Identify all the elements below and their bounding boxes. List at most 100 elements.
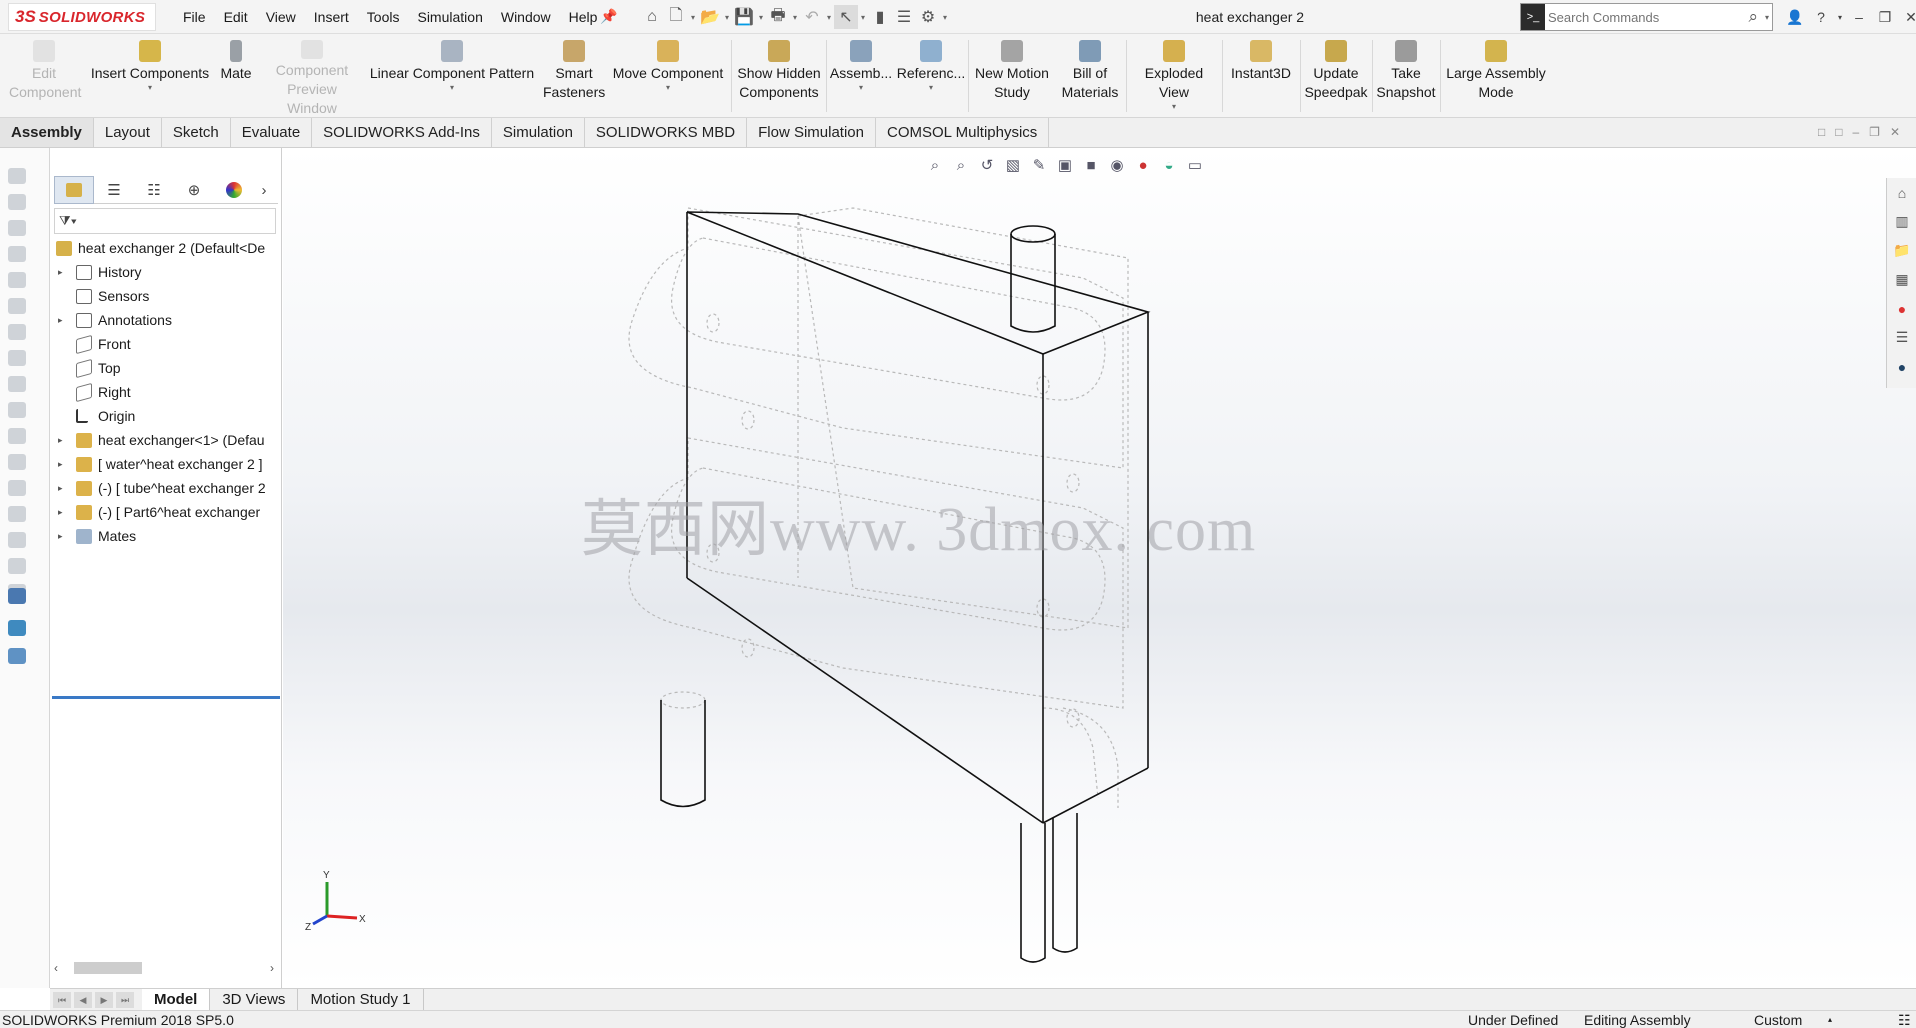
plane-tool-icon[interactable]	[8, 324, 26, 340]
bill-of-materials-button[interactable]: Bill of Materials	[1056, 34, 1124, 118]
rib-icon[interactable]	[8, 506, 26, 522]
tree-root-assembly[interactable]: heat exchanger 2 (Default<De	[50, 236, 282, 260]
cut-icon[interactable]	[8, 272, 26, 288]
move-component-dropdown-icon[interactable]: ▾	[666, 83, 670, 93]
hole-icon[interactable]	[8, 350, 26, 366]
search-icon[interactable]: ⌕	[1748, 7, 1758, 27]
tab-3d-views[interactable]: 3D Views	[210, 989, 299, 1010]
reference-axis-icon[interactable]	[8, 620, 26, 636]
file-properties-icon[interactable]: ☰	[892, 5, 916, 29]
close-icon[interactable]: ✕	[1898, 9, 1916, 26]
tab-solidworks-mbd[interactable]: SOLIDWORKS MBD	[585, 118, 748, 147]
dimxpert-tab-icon[interactable]: ⊕	[174, 176, 214, 204]
pattern-dropdown-icon[interactable]: ▾	[450, 83, 454, 93]
viewport-minimize-icon[interactable]: –	[1852, 125, 1859, 139]
menu-simulation[interactable]: Simulation	[408, 0, 491, 34]
menu-view[interactable]: View	[257, 0, 305, 34]
menu-file[interactable]: File	[174, 0, 215, 34]
chevron-right-icon[interactable]: ›	[254, 176, 274, 204]
tree-item-component[interactable]: ▸ (-) [ Part6^heat exchanger	[50, 500, 282, 524]
graphics-area[interactable]: ⌕ ⌕ ↺ ▧ ✎ ▣ ■ ◉ ● ◒ ▭ ⌂ ▥ 📁 ▦ ● ☰ ● 莫西网w…	[283, 148, 1916, 988]
insert-components-button[interactable]: Insert Components ▾	[88, 34, 212, 118]
rollback-bar[interactable]	[52, 696, 280, 699]
scroll-right-icon[interactable]: ›	[270, 961, 274, 975]
exploded-view-dropdown-icon[interactable]: ▾	[1172, 102, 1176, 112]
tab-simulation[interactable]: Simulation	[492, 118, 585, 147]
tree-item-front-plane[interactable]: Front	[50, 332, 282, 356]
open-dropdown-icon[interactable]: ▾	[722, 13, 732, 22]
linear-component-pattern-button[interactable]: Linear Component Pattern ▾	[366, 34, 538, 118]
restore-icon[interactable]: ❐	[1872, 9, 1898, 26]
menu-tools[interactable]: Tools	[358, 0, 409, 34]
chamfer-icon[interactable]	[8, 402, 26, 418]
expand-arrow-icon[interactable]: ▸	[58, 500, 63, 524]
section-icon[interactable]	[8, 558, 26, 574]
select-cursor-icon[interactable]: ↖	[834, 5, 858, 29]
assembly-features-dropdown-icon[interactable]: ▾	[859, 83, 863, 93]
take-snapshot-button[interactable]: Take Snapshot	[1374, 34, 1438, 118]
select-dropdown-icon[interactable]: ▾	[858, 13, 868, 22]
user-icon[interactable]: 👤	[1782, 9, 1808, 26]
heat-exchanger-model[interactable]	[283, 148, 1916, 988]
scroll-thumb[interactable]	[74, 962, 142, 974]
viewport-close-icon[interactable]: ✕	[1890, 125, 1900, 139]
save-dropdown-icon[interactable]: ▾	[756, 13, 766, 22]
extrude-icon[interactable]	[8, 246, 26, 262]
component-cube-icon[interactable]	[8, 588, 26, 604]
rotate-component-icon[interactable]	[8, 194, 26, 210]
reference-geometry-button[interactable]: Referenc... ▾	[896, 34, 966, 118]
help-icon[interactable]: ?	[1808, 9, 1834, 25]
next-tab-icon[interactable]: ▶	[95, 991, 113, 1008]
move-component-button[interactable]: Move Component ▾	[608, 34, 728, 118]
options-dropdown-icon[interactable]: ▾	[940, 13, 950, 22]
tree-item-top-plane[interactable]: Top	[50, 356, 282, 380]
tree-item-component[interactable]: ▸ (-) [ tube^heat exchanger 2	[50, 476, 282, 500]
expand-arrow-icon[interactable]: ▸	[58, 428, 63, 452]
update-speedpak-button[interactable]: Update Speedpak	[1302, 34, 1370, 118]
status-bar-icon[interactable]: ☷	[1898, 1011, 1911, 1028]
tree-item-sensors[interactable]: Sensors	[50, 284, 282, 308]
search-dropdown-icon[interactable]: ▾	[1762, 13, 1772, 22]
new-document-icon[interactable]: 🗋	[664, 5, 688, 29]
tile-left-icon[interactable]: □	[1818, 125, 1825, 139]
measure-icon[interactable]	[8, 532, 26, 548]
tab-sketch[interactable]: Sketch	[162, 118, 231, 147]
menu-edit[interactable]: Edit	[215, 0, 257, 34]
new-motion-study-button[interactable]: New Motion Study	[970, 34, 1054, 118]
open-folder-icon[interactable]: 📂	[698, 5, 722, 29]
tab-solidworks-add-ins[interactable]: SOLIDWORKS Add-Ins	[312, 118, 492, 147]
exploded-view-button[interactable]: Exploded View ▾	[1128, 34, 1220, 118]
last-tab-icon[interactable]: ⏭	[116, 991, 134, 1008]
mirror-icon[interactable]	[8, 454, 26, 470]
tree-item-mates[interactable]: ▸ Mates	[50, 524, 282, 548]
edit-component-button[interactable]: Edit Component	[4, 34, 84, 118]
minimize-icon[interactable]: –	[1846, 9, 1872, 25]
horizontal-scrollbar[interactable]: ‹ ›	[54, 958, 278, 978]
tree-item-origin[interactable]: Origin	[50, 404, 282, 428]
expand-arrow-icon[interactable]: ▸	[58, 260, 63, 284]
insert-components-dropdown-icon[interactable]: ▾	[148, 83, 152, 93]
viewport-restore-icon[interactable]: ❐	[1869, 125, 1880, 139]
curve-icon[interactable]	[8, 648, 26, 664]
expand-arrow-icon[interactable]: ▸	[58, 476, 63, 500]
tab-motion-study-1[interactable]: Motion Study 1	[298, 989, 424, 1010]
display-manager-tab-icon[interactable]	[214, 176, 254, 204]
tab-assembly[interactable]: Assembly	[0, 118, 94, 147]
tab-model[interactable]: Model	[142, 989, 211, 1010]
search-commands-box[interactable]: >_ ⌕ ▾	[1520, 3, 1773, 31]
help-dropdown-icon[interactable]: ▾	[1834, 13, 1846, 22]
property-manager-tab-icon[interactable]: ☰	[94, 176, 134, 204]
new-dropdown-icon[interactable]: ▾	[688, 13, 698, 22]
tab-comsol-multiphysics[interactable]: COMSOL Multiphysics	[876, 118, 1050, 147]
scroll-left-icon[interactable]: ‹	[54, 961, 58, 975]
tree-item-annotations[interactable]: ▸ Annotations	[50, 308, 282, 332]
prev-tab-icon[interactable]: ◀	[74, 991, 92, 1008]
reference-dropdown-icon[interactable]: ▾	[929, 83, 933, 93]
tab-layout[interactable]: Layout	[94, 118, 162, 147]
menu-window[interactable]: Window	[492, 0, 560, 34]
fillet-icon[interactable]	[8, 376, 26, 392]
solidworks-logo[interactable]: 3S SOLIDWORKS	[8, 3, 156, 31]
tree-filter[interactable]: ⧩▾	[54, 208, 276, 234]
search-input[interactable]	[1548, 9, 1749, 25]
sketch-icon[interactable]	[8, 220, 26, 236]
